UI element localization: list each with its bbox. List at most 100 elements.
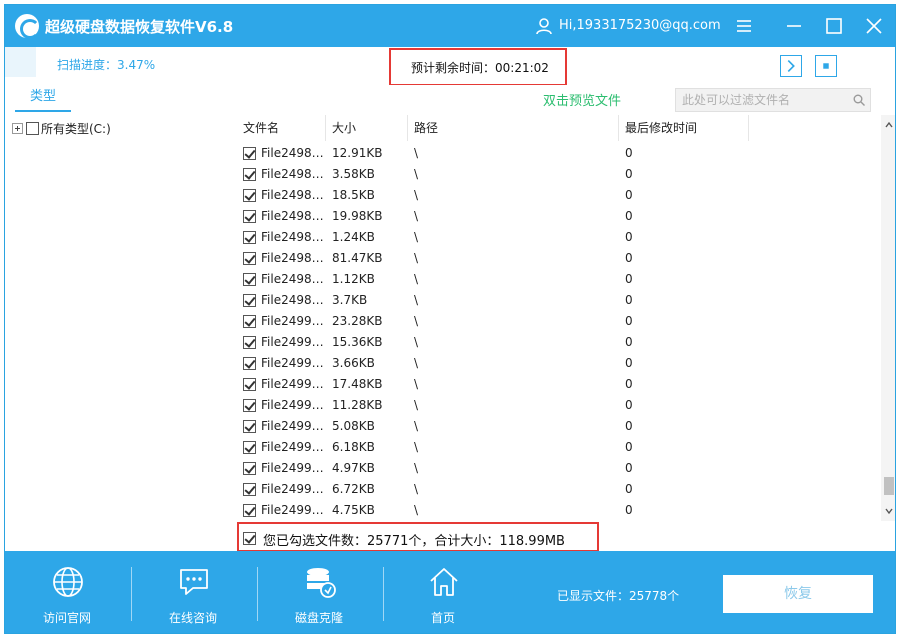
table-row[interactable]: File24997... 4.97KB \ 0 xyxy=(237,458,881,479)
file-size-cell: 3.66KB xyxy=(332,356,375,370)
user-email[interactable]: Hi,1933175230@qq.com xyxy=(559,18,721,33)
tree-node-label: 所有类型(C:) xyxy=(41,121,111,136)
table-row[interactable]: File24993... 17.48KB \ 0 xyxy=(237,374,881,395)
file-size-cell: 6.72KB xyxy=(332,482,375,496)
maximize-icon[interactable] xyxy=(823,15,845,37)
row-checkbox[interactable] xyxy=(243,420,256,433)
nav-visit-website[interactable]: 访问官网 xyxy=(7,551,127,633)
stop-scan-button[interactable] xyxy=(815,55,837,77)
scroll-up-icon[interactable] xyxy=(885,121,893,129)
row-checkbox[interactable] xyxy=(243,231,256,244)
row-checkbox[interactable] xyxy=(243,147,256,160)
row-checkbox[interactable] xyxy=(243,315,256,328)
search-icon[interactable] xyxy=(852,93,866,107)
selection-summary-box: 您已勾选文件数：25771个，合计大小：118.99MB xyxy=(237,522,599,552)
minimize-icon[interactable] xyxy=(783,15,805,37)
row-checkbox[interactable] xyxy=(243,252,256,265)
file-path-cell: \ xyxy=(414,230,419,244)
tree-node-all-types[interactable]: 所有类型(C:) xyxy=(12,121,111,136)
table-row[interactable]: File24982... 12.91KB \ 0 xyxy=(237,143,881,164)
select-all-checkbox[interactable] xyxy=(243,532,256,545)
nav-disk-clone[interactable]: 磁盘克隆 xyxy=(259,551,379,633)
row-checkbox[interactable] xyxy=(243,504,256,517)
file-size-cell: 5.08KB xyxy=(332,419,375,433)
row-checkbox[interactable] xyxy=(243,294,256,307)
table-row[interactable]: File24996... 6.18KB \ 0 xyxy=(237,437,881,458)
app-logo-icon xyxy=(15,14,40,39)
file-name-cell: File24983... xyxy=(261,167,329,181)
tree-node-checkbox[interactable] xyxy=(26,121,39,135)
table-row[interactable]: File24999... 4.75KB \ 0 xyxy=(237,500,881,521)
nav-divider xyxy=(257,567,258,621)
remaining-time-label: 预计剩余时间：00:21:02 xyxy=(411,61,549,75)
table-row[interactable]: File24994... 11.28KB \ 0 xyxy=(237,395,881,416)
table-scrollbar[interactable] xyxy=(881,115,895,521)
file-modified-cell: 0 xyxy=(625,167,633,181)
filter-input[interactable] xyxy=(676,89,846,111)
row-checkbox[interactable] xyxy=(243,441,256,454)
file-name-cell: File24993... xyxy=(261,377,329,391)
table-row[interactable]: File24987... 81.47KB \ 0 xyxy=(237,248,881,269)
scroll-down-icon[interactable] xyxy=(885,507,893,515)
file-size-cell: 3.58KB xyxy=(332,167,375,181)
file-size-cell: 4.75KB xyxy=(332,503,375,517)
scan-progress-row: 扫描进度：3.47% 预计剩余时间：00:21:02 xyxy=(5,47,895,86)
tab-type[interactable]: 类型 xyxy=(15,86,71,112)
row-checkbox[interactable] xyxy=(243,189,256,202)
file-name-cell: File24992... xyxy=(261,356,329,370)
nav-online-consult[interactable]: 在线咨询 xyxy=(133,551,253,633)
file-size-cell: 6.18KB xyxy=(332,440,375,454)
table-row[interactable]: File24998... 6.72KB \ 0 xyxy=(237,479,881,500)
table-row[interactable]: File24995... 5.08KB \ 0 xyxy=(237,416,881,437)
file-name-cell: File24996... xyxy=(261,440,329,454)
nav-label: 首页 xyxy=(430,611,455,625)
table-row[interactable]: File24991... 15.36KB \ 0 xyxy=(237,332,881,353)
row-checkbox[interactable] xyxy=(243,273,256,286)
row-checkbox[interactable] xyxy=(243,462,256,475)
file-modified-cell: 0 xyxy=(625,335,633,349)
table-row[interactable]: File24989... 3.7KB \ 0 xyxy=(237,290,881,311)
row-checkbox[interactable] xyxy=(243,399,256,412)
file-modified-cell: 0 xyxy=(625,188,633,202)
table-row[interactable]: File24983... 3.58KB \ 0 xyxy=(237,164,881,185)
file-size-cell: 15.36KB xyxy=(332,335,383,349)
toolbar-row: 类型 双击预览文件 xyxy=(5,85,895,115)
nav-home[interactable]: 首页 xyxy=(383,551,503,633)
row-checkbox[interactable] xyxy=(243,168,256,181)
file-path-cell: \ xyxy=(414,167,419,181)
column-header-path[interactable]: 路径 xyxy=(408,115,619,141)
file-path-cell: \ xyxy=(414,272,419,286)
column-header-size[interactable]: 大小 xyxy=(326,115,408,141)
file-name-cell: File24999... xyxy=(261,503,329,517)
table-row[interactable]: File24992... 3.66KB \ 0 xyxy=(237,353,881,374)
nav-label: 磁盘克隆 xyxy=(294,611,343,625)
column-header-modified[interactable]: 最后修改时间 xyxy=(619,115,749,141)
file-name-cell: File24990... xyxy=(261,314,329,328)
scrollbar-thumb[interactable] xyxy=(884,477,894,495)
menu-icon[interactable] xyxy=(733,15,755,37)
expand-icon[interactable] xyxy=(12,122,23,134)
row-checkbox[interactable] xyxy=(243,357,256,370)
user-icon[interactable] xyxy=(535,17,553,35)
file-modified-cell: 0 xyxy=(625,398,633,412)
eta-highlight-box: 预计剩余时间：00:21:02 xyxy=(389,48,567,86)
row-checkbox[interactable] xyxy=(243,483,256,496)
file-path-cell: \ xyxy=(414,251,419,265)
recover-button[interactable]: 恢复 xyxy=(723,575,873,613)
table-row[interactable]: File24988... 1.12KB \ 0 xyxy=(237,269,881,290)
app-window: 超级硬盘数据恢复软件V6.8 Hi,1933175230@qq.com 扫描进度… xyxy=(4,4,896,634)
row-checkbox[interactable] xyxy=(243,378,256,391)
row-checkbox[interactable] xyxy=(243,210,256,223)
file-path-cell: \ xyxy=(414,503,419,517)
file-modified-cell: 0 xyxy=(625,461,633,475)
table-row[interactable]: File24984... 18.5KB \ 0 xyxy=(237,185,881,206)
column-header-name[interactable]: 文件名 xyxy=(237,115,326,141)
row-checkbox[interactable] xyxy=(243,336,256,349)
table-row[interactable]: File24990... 23.28KB \ 0 xyxy=(237,311,881,332)
resume-scan-button[interactable] xyxy=(780,55,802,77)
table-row[interactable]: File24986... 1.24KB \ 0 xyxy=(237,227,881,248)
table-row[interactable]: File24985... 19.98KB \ 0 xyxy=(237,206,881,227)
file-name-cell: File24997... xyxy=(261,461,329,475)
file-name-cell: File24984... xyxy=(261,188,329,202)
close-icon[interactable] xyxy=(863,15,885,37)
